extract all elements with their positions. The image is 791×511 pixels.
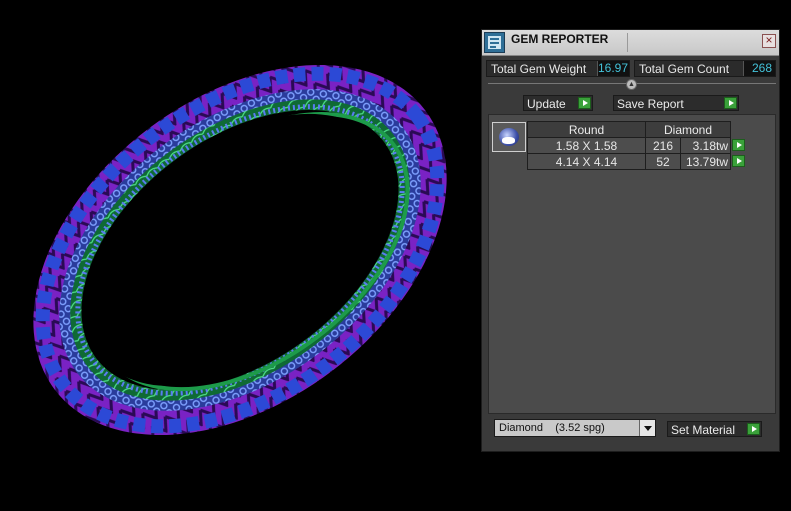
panel-titlebar[interactable]: GEM REPORTER × (482, 30, 779, 56)
set-material-button[interactable]: Set Material (667, 421, 762, 437)
chevron-down-icon[interactable] (639, 420, 655, 436)
total-gem-count-box: Total Gem Count 268 (634, 60, 776, 77)
3d-viewport[interactable] (0, 0, 480, 506)
total-gem-count-label: Total Gem Count (639, 62, 730, 76)
gem-size-cell: 4.14 X 4.14 (527, 153, 646, 170)
gem-count-cell: 216 (645, 137, 681, 154)
table-header-row: Round Diamond (527, 121, 748, 138)
set-material-button-label: Set Material (671, 423, 736, 437)
gem-list-area: Round Diamond 1.58 X 1.58 216 3.18tw 4.1… (488, 114, 776, 414)
shape-header: Round (527, 121, 646, 138)
update-button-label: Update (527, 97, 566, 111)
play-arrow-icon (724, 97, 737, 109)
total-gem-weight-label: Total Gem Weight (491, 62, 587, 76)
round-gem-icon[interactable] (492, 122, 526, 152)
play-arrow-icon (747, 423, 760, 435)
play-arrow-icon[interactable] (732, 154, 745, 167)
gem-count-cell: 52 (645, 153, 681, 170)
gem-size-cell: 1.58 X 1.58 (527, 137, 646, 154)
total-gem-weight-value: 16.97 (597, 61, 629, 76)
save-report-button[interactable]: Save Report (613, 95, 739, 111)
total-gem-weight-box: Total Gem Weight 16.97 (486, 60, 630, 77)
play-arrow-icon[interactable] (732, 138, 745, 151)
title-divider (627, 33, 628, 52)
table-row: 4.14 X 4.14 52 13.79tw (527, 153, 748, 170)
gem-reporter-panel: GEM REPORTER × Total Gem Weight 16.97 To… (481, 29, 780, 452)
ring-model (33, 64, 447, 436)
play-arrow-icon (578, 97, 591, 109)
material-header: Diamond (645, 121, 731, 138)
material-selected-value: Diamond (3.52 spg) (499, 422, 605, 434)
total-gem-count-value: 268 (743, 61, 775, 76)
gem-weight-cell: 13.79tw (680, 153, 731, 170)
material-dropdown[interactable]: Diamond (3.52 spg) (494, 419, 656, 437)
update-button[interactable]: Update (523, 95, 593, 111)
collapse-icon[interactable]: ▲ (626, 79, 637, 90)
panel-title: GEM REPORTER (511, 32, 609, 46)
gem-reporter-icon (484, 32, 505, 53)
save-report-button-label: Save Report (617, 97, 684, 111)
close-icon[interactable]: × (762, 34, 776, 48)
gem-table: Round Diamond 1.58 X 1.58 216 3.18tw 4.1… (527, 121, 748, 170)
gem-weight-cell: 3.18tw (680, 137, 731, 154)
table-row: 1.58 X 1.58 216 3.18tw (527, 137, 748, 154)
